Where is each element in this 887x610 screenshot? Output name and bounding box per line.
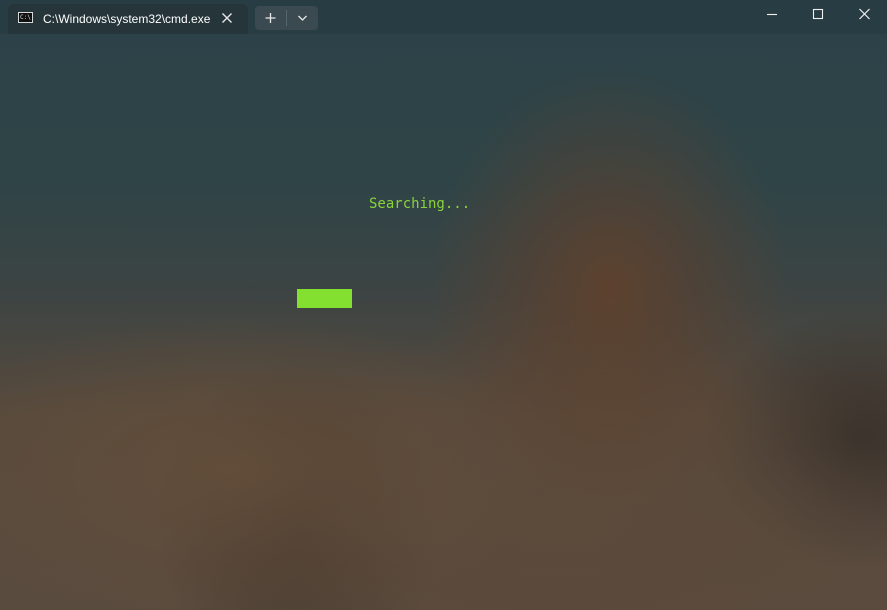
- maximize-button[interactable]: [795, 0, 841, 30]
- terminal-area[interactable]: Searching...: [0, 34, 887, 610]
- terminal-window: C:\ C:\Windows\system32\cmd.exe Searchin…: [0, 0, 887, 610]
- plus-icon: [265, 13, 276, 23]
- searching-text: Searching...: [369, 196, 471, 212]
- minimize-button[interactable]: [749, 0, 795, 30]
- text-cursor: [297, 289, 352, 308]
- tab-cmd[interactable]: C:\ C:\Windows\system32\cmd.exe: [8, 4, 248, 34]
- close-icon: [859, 8, 870, 20]
- new-tab-group: [255, 6, 318, 30]
- cmd-icon: C:\: [18, 12, 33, 23]
- chevron-down-icon: [298, 15, 307, 21]
- close-button[interactable]: [841, 0, 887, 30]
- title-bar[interactable]: C:\ C:\Windows\system32\cmd.exe: [0, 0, 887, 34]
- new-tab-button[interactable]: [255, 6, 286, 30]
- maximize-icon: [812, 8, 824, 20]
- close-icon: [222, 13, 232, 23]
- profile-dropdown-button[interactable]: [287, 6, 318, 30]
- minimize-icon: [767, 13, 777, 16]
- tab-title: C:\Windows\system32\cmd.exe: [43, 12, 211, 26]
- tab-close-button[interactable]: [218, 9, 236, 27]
